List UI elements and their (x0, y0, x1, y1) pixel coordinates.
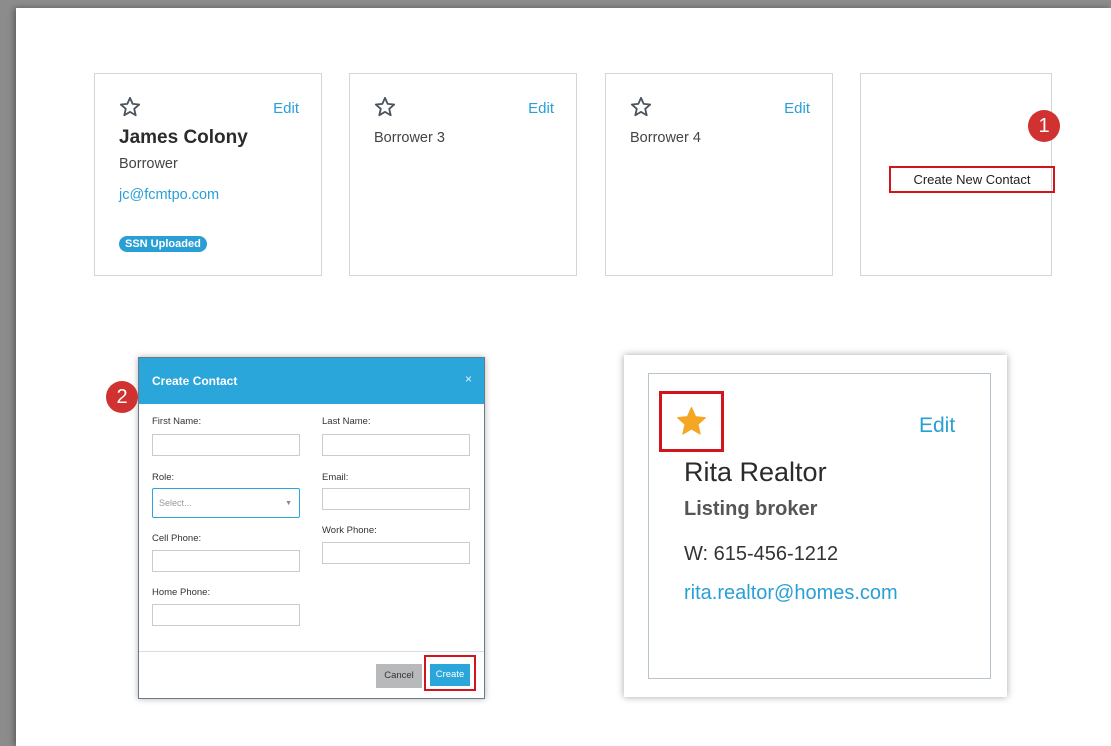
work-phone-field[interactable] (322, 542, 470, 564)
create-new-contact-button[interactable]: Create New Contact (889, 166, 1055, 193)
step-marker-1: 1 (1028, 110, 1060, 142)
star-filled-icon[interactable] (675, 405, 708, 438)
close-icon[interactable]: × (465, 372, 472, 386)
contact-card-borrower-4: Edit Borrower 4 (605, 73, 833, 276)
favorite-star-highlight (659, 391, 724, 452)
contact-name: Rita Realtor (684, 457, 827, 487)
step-marker-2: 2 (106, 381, 138, 413)
cell-phone-label: Cell Phone: (152, 533, 202, 544)
contact-phone: W: 615-456-1212 (684, 543, 839, 565)
home-phone-label: Home Phone: (152, 587, 211, 598)
dialog-title: Create Contact (152, 374, 238, 388)
dialog-footer-divider (139, 651, 484, 652)
email-label: Email: (322, 472, 349, 483)
edit-link[interactable]: Edit (784, 100, 810, 117)
contact-card-james-colony: Edit James Colony Borrower jc@fcmtpo.com… (94, 73, 322, 276)
first-name-label: First Name: (152, 416, 202, 427)
contact-name: Borrower 3 (374, 130, 445, 146)
create-button-highlight: Create (424, 655, 476, 691)
dialog-header: Create Contact × (139, 358, 484, 404)
first-name-field[interactable] (152, 434, 300, 456)
create-contact-card: Create New Contact (860, 73, 1055, 276)
ssn-uploaded-badge: SSN Uploaded (119, 236, 207, 252)
last-name-label: Last Name: (322, 416, 371, 427)
star-outline-icon[interactable] (630, 96, 652, 118)
chevron-down-icon: ▼ (285, 500, 292, 507)
favorite-contact-zoom: Edit Rita Realtor Listing broker W: 615-… (624, 355, 1007, 697)
contact-role: Listing broker (684, 498, 818, 520)
role-label: Role: (152, 472, 175, 483)
star-outline-icon[interactable] (119, 96, 141, 118)
contact-email[interactable]: rita.realtor@homes.com (684, 582, 898, 605)
role-select-placeholder: Select... (159, 498, 192, 508)
home-phone-field[interactable] (152, 604, 300, 626)
edit-link[interactable]: Edit (528, 100, 554, 117)
cell-phone-field[interactable] (152, 550, 300, 572)
cancel-button[interactable]: Cancel (376, 664, 422, 688)
edit-link[interactable]: Edit (273, 100, 299, 117)
edit-link[interactable]: Edit (919, 414, 955, 438)
last-name-field[interactable] (322, 434, 470, 456)
email-field[interactable] (322, 488, 470, 510)
star-outline-icon[interactable] (374, 96, 396, 118)
contact-name: James Colony (119, 127, 248, 148)
contact-card-rita-realtor: Edit Rita Realtor Listing broker W: 615-… (648, 373, 991, 679)
work-phone-label: Work Phone: (322, 525, 377, 536)
create-contact-dialog: Create Contact × First Name: Last Name: … (138, 357, 485, 699)
create-button[interactable]: Create (430, 664, 470, 686)
contact-card-borrower-3: Edit Borrower 3 (349, 73, 577, 276)
role-select[interactable]: Select... ▼ (152, 488, 300, 518)
contact-name: Borrower 4 (630, 130, 701, 146)
contact-role: Borrower (119, 156, 178, 172)
contact-email[interactable]: jc@fcmtpo.com (119, 187, 219, 203)
